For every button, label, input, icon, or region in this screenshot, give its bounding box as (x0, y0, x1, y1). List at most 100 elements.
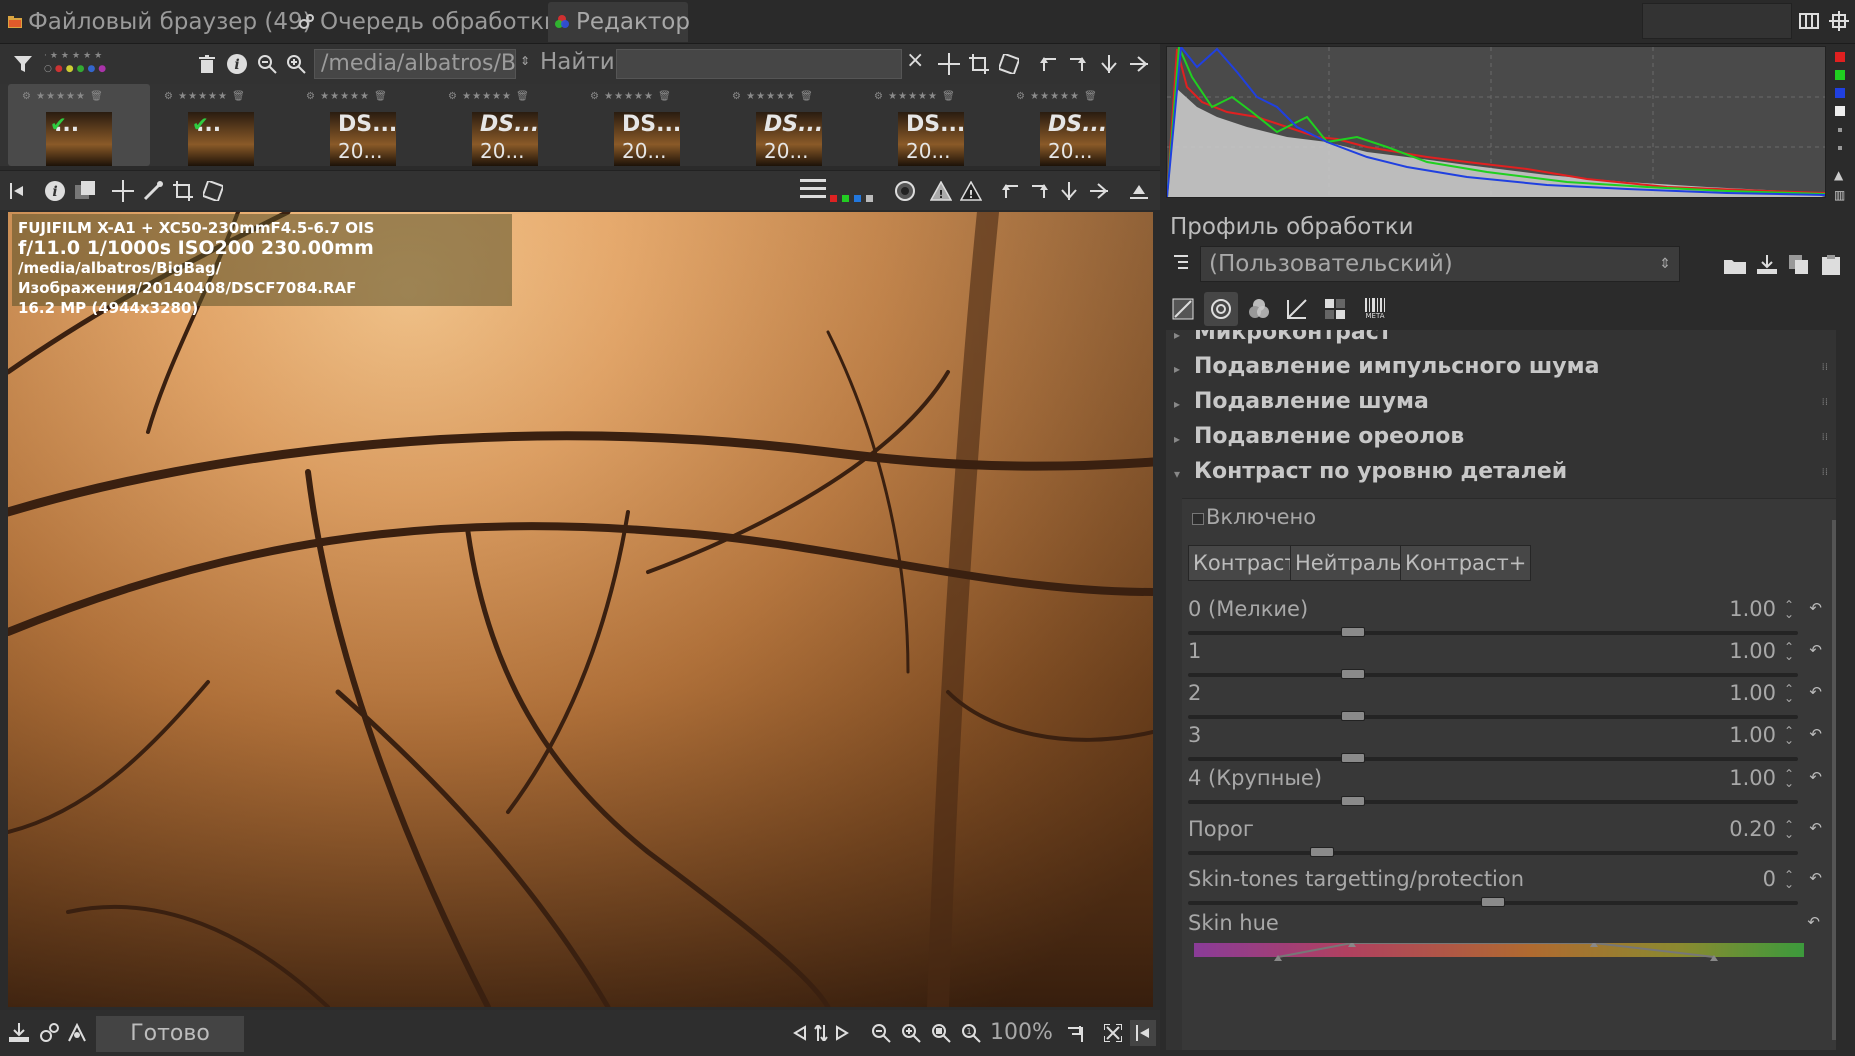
queue-icon[interactable] (36, 1020, 62, 1046)
thumbnail-item[interactable]: ⚙ ★★★★★ 🗑 ... ✔ (150, 84, 292, 166)
preview-mode-icon[interactable] (800, 175, 826, 207)
info-icon[interactable]: i (224, 51, 250, 77)
slider-track[interactable] (1188, 897, 1798, 907)
histogram-bar-toggle-icon[interactable]: ▲ (1834, 168, 1843, 182)
tool-enable-icon[interactable]: ⁞⁞ (1822, 362, 1828, 373)
thumbnail-item[interactable]: ⚙ ★★★★★ 🗑 DS... 20... (576, 84, 718, 166)
tool-impulse-denoise[interactable]: ▸ Подавление импульсного шума (1174, 354, 1599, 379)
tools-scrollbar[interactable] (1832, 520, 1836, 1040)
tab-file-browser[interactable]: Файловый браузер (49) (2, 2, 318, 42)
color-picker-icon[interactable] (140, 178, 166, 204)
slider-track[interactable] (1188, 711, 1798, 721)
crop-icon[interactable] (966, 51, 992, 77)
new-detail-window-icon[interactable] (1064, 1020, 1090, 1046)
exposure-tab-icon[interactable] (1166, 292, 1200, 326)
thumbnail-rating[interactable]: ⚙ ★★★★★ 🗑 (22, 91, 104, 102)
slider-value[interactable]: 0.20 (1729, 817, 1776, 841)
reset-icon[interactable]: ↶ (1809, 819, 1822, 837)
profile-list-icon[interactable] (1168, 250, 1194, 276)
crop-icon[interactable] (170, 178, 196, 204)
color-labels-filter[interactable]: ○●●●●● (44, 63, 172, 76)
chroma-toggle-icon[interactable] (1838, 128, 1842, 132)
rotate-right-icon[interactable] (1026, 178, 1052, 204)
slider-value[interactable]: 1.00 (1729, 681, 1776, 705)
slider-track[interactable] (1188, 753, 1798, 763)
level-3-slider[interactable]: 3 1.00 ⌃ ⌄ ↶ (1188, 723, 1828, 767)
zoom-fit-icon[interactable] (928, 1020, 954, 1046)
channel-selector-icon[interactable] (830, 193, 878, 203)
thumbnail-item[interactable]: ⚙ ★★★★★ 🗑 DS... 20... (718, 84, 860, 166)
slider-track[interactable] (1188, 669, 1798, 679)
level-1-slider[interactable]: 1 1.00 ⌃ ⌄ ↶ (1188, 639, 1828, 683)
focus-mask-icon[interactable] (892, 178, 918, 204)
tab-queue[interactable]: Очередь обработки (292, 2, 565, 42)
hand-tool-icon[interactable] (110, 178, 136, 204)
spin-arrows-icon[interactable]: ⌃ ⌄ (1784, 641, 1794, 662)
slider-knob[interactable] (1341, 627, 1365, 637)
slider-knob[interactable] (1341, 669, 1365, 679)
filter-icon[interactable] (10, 51, 36, 77)
clear-search-icon[interactable]: × (906, 48, 924, 73)
thumbnail-trash-icon[interactable]: 🗑 (232, 91, 246, 102)
thumbnail-rating[interactable]: ⚙ ★★★★★ 🗑 (1016, 91, 1098, 102)
slider-knob[interactable] (1341, 711, 1365, 721)
spin-arrows-icon[interactable]: ⌃ ⌄ (1784, 683, 1794, 704)
reset-icon[interactable]: ↶ (1809, 768, 1822, 786)
slider-track[interactable] (1188, 796, 1798, 806)
spin-arrows-icon[interactable]: ⌃ ⌄ (1784, 768, 1794, 789)
zoom-100-icon[interactable]: 1 (958, 1020, 984, 1046)
paste-profile-icon[interactable] (1818, 252, 1844, 278)
detail-tab-icon[interactable] (1204, 292, 1238, 326)
slider-knob[interactable] (1310, 847, 1334, 857)
rating-color-filter[interactable]: ·★★★★★ ○●●●●● (44, 50, 172, 78)
reset-icon[interactable]: ↶ (1807, 913, 1820, 931)
zoom-in-icon[interactable] (898, 1020, 924, 1046)
rotate-left-icon[interactable] (998, 178, 1024, 204)
thumbnail-item[interactable]: ⚙ ★★★★★ 🗑 DS... 20... (860, 84, 1002, 166)
tool-enable-icon[interactable]: ⁞⁞ (1822, 467, 1828, 478)
tool-microcontrast[interactable]: ▸ Микроконтраст (1174, 330, 1391, 345)
level-4-slider[interactable]: 4 (Крупные) 1.00 ⌃ ⌄ ↶ (1188, 766, 1828, 810)
crosshair-icon[interactable] (936, 51, 962, 77)
image-preview[interactable]: FUJIFILM X-A1 + XC50-230mmF4.5-6.7 OIS f… (8, 212, 1153, 1007)
fullscreen-icon[interactable] (1100, 1020, 1126, 1046)
level-2-slider[interactable]: 2 1.00 ⌃ ⌄ ↶ (1188, 681, 1828, 725)
copy-profile-icon[interactable] (1786, 252, 1812, 278)
slider-value[interactable]: 1.00 (1729, 639, 1776, 663)
thumbnail-trash-icon[interactable]: 🗑 (374, 91, 388, 102)
flip-horizontal-icon[interactable] (1086, 178, 1112, 204)
reset-icon[interactable]: ↶ (1809, 683, 1822, 701)
zoom-out-icon[interactable] (254, 51, 280, 77)
spin-arrows-icon[interactable]: ⌃ ⌄ (1784, 819, 1794, 840)
columns-icon[interactable] (1796, 8, 1822, 34)
luminosity-toggle-icon[interactable] (1835, 106, 1845, 116)
thumbnail-trash-icon[interactable]: 🗑 (942, 91, 956, 102)
threshold-slider[interactable]: Порог 0.20 ⌃ ⌄ ↶ (1188, 817, 1828, 861)
flip-vertical-icon[interactable] (1096, 51, 1122, 77)
slider-knob[interactable] (1341, 753, 1365, 763)
before-after-icon[interactable] (72, 178, 98, 204)
histogram[interactable] (1166, 46, 1826, 198)
clipped-highlights-icon[interactable]: ! (928, 178, 954, 204)
rating-stars-filter[interactable]: ·★★★★★ (44, 50, 172, 63)
thumbnail-item[interactable]: ⚙ ★★★★★ 🗑 ... ✔ (8, 84, 150, 166)
thumbnail-trash-icon[interactable]: 🗑 (800, 91, 814, 102)
raw-tab-icon[interactable] (1318, 292, 1352, 326)
save-image-icon[interactable] (6, 1020, 32, 1046)
reset-icon[interactable]: ↶ (1809, 725, 1822, 743)
path-input[interactable]: /media/albatros/Bi (314, 49, 516, 79)
tool-noise-reduction[interactable]: ▸ Подавление шума (1174, 389, 1429, 414)
level-0-slider[interactable]: 0 (Мелкие) 1.00 ⌃ ⌄ ↶ (1188, 597, 1828, 641)
thumbnail-trash-icon[interactable]: 🗑 (90, 91, 104, 102)
skin-hue-range-slider[interactable] (1194, 943, 1804, 961)
meta-tab-icon[interactable]: META (1358, 292, 1392, 326)
slider-value[interactable]: 1.00 (1729, 766, 1776, 790)
reset-icon[interactable]: ↶ (1809, 599, 1822, 617)
histogram-mode-icon[interactable]: ▥ (1834, 188, 1845, 202)
thumbnail-item[interactable]: ⚙ ★★★★★ 🗑 DS... 20... (292, 84, 434, 166)
save-profile-icon[interactable] (1754, 252, 1780, 278)
spin-arrows-icon[interactable]: ⌃ ⌄ (1784, 725, 1794, 746)
path-dropdown-icon[interactable]: ⇕ (520, 54, 530, 68)
straighten-icon[interactable] (996, 51, 1022, 77)
slider-track[interactable] (1188, 627, 1798, 637)
